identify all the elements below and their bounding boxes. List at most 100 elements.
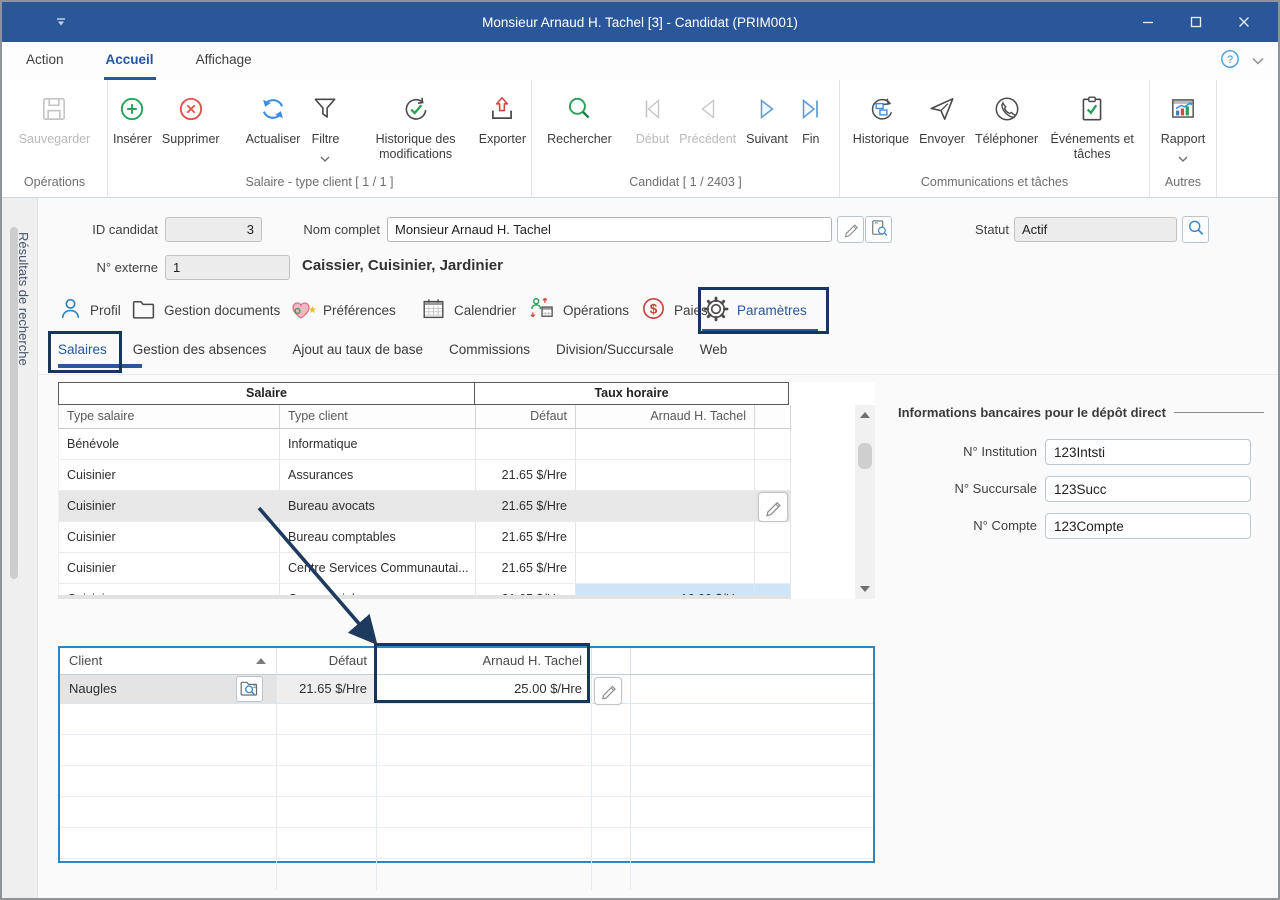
nav-previous-button[interactable]: Précédent [674,87,741,170]
numero-externe-label: N° externe [48,260,158,275]
defaut-cell[interactable]: 21.65 $/Hre [277,675,377,704]
magnifier-icon [1186,218,1206,241]
close-button[interactable] [1220,2,1268,42]
search-results-panel-tab[interactable]: Résultats de recherche [2,198,38,898]
table-row[interactable]: Cuisinier Bureau comptables 21.65 $/Hre [59,522,791,553]
history-modifications-button[interactable]: Historique des modifications [357,87,473,170]
client-cell[interactable]: Naugles [60,675,277,704]
ribbon-collapse-icon[interactable] [1252,52,1264,70]
filter-icon [310,89,340,129]
client-lookup-button[interactable] [236,676,263,702]
subtab-division-succursale[interactable]: Division/Succursale [556,342,674,357]
column-header-client[interactable]: Client [60,648,277,675]
menu-tab-action[interactable]: Action [24,42,66,80]
institution-input[interactable] [1045,439,1251,465]
refresh-button[interactable]: Actualiser [241,87,306,170]
menu-tab-accueil[interactable]: Accueil [104,42,156,80]
column-header-blank [592,648,631,675]
phone-button[interactable]: Téléphoner [970,87,1043,170]
scroll-up-icon[interactable] [855,407,875,423]
help-icon[interactable]: ? [1220,49,1240,74]
column-header-type-client[interactable]: Type client [280,405,476,429]
group-header-taux-horaire: Taux horaire [474,382,789,405]
insert-button[interactable]: Insérer [108,87,157,170]
events-tasks-button[interactable]: Événements et tâches [1043,87,1141,170]
table-row[interactable] [60,735,873,766]
column-header-tachel[interactable]: Arnaud H. Tachel [576,405,755,429]
client-rate-table: Client Défaut Arnaud H. Tachel Naugles 2… [58,646,875,863]
send-button[interactable]: Envoyer [914,87,970,170]
id-candidat-input[interactable] [165,217,262,242]
subtab-salaires[interactable]: Salaires [58,342,107,357]
salary-table-group-header: Salaire Taux horaire [58,382,875,405]
tachel-rate-cell[interactable]: 25.00 $/Hre [377,675,592,704]
subtab-web[interactable]: Web [700,342,728,357]
history-button[interactable]: Historique [848,87,914,170]
view-document-button[interactable] [865,216,892,243]
history-check-icon [401,89,431,129]
document-search-icon [869,218,889,241]
ribbon-group-operations: Sauvegarder Opérations [2,80,108,197]
delete-icon [176,89,206,129]
ribbon-group-label: Opérations [2,170,107,197]
column-header-defaut[interactable]: Défaut [476,405,576,429]
report-button[interactable]: Rapport [1156,87,1210,170]
menu-tab-affichage[interactable]: Affichage [194,42,254,80]
nav-last-button[interactable]: Fin [793,87,829,170]
tab-operations[interactable]: Opérations [528,295,640,325]
table-row[interactable] [60,766,873,797]
table-row-selected[interactable]: Naugles 21.65 $/Hre 25.00 $/Hre [60,675,873,704]
column-header-type-salaire[interactable]: Type salaire [59,405,280,429]
scroll-down-icon[interactable] [855,581,875,597]
history-icon [866,89,896,129]
subtab-gestion-absences[interactable]: Gestion des absences [133,342,267,357]
column-header-defaut[interactable]: Défaut [277,648,377,675]
table-row[interactable]: Bénévole Informatique [59,429,791,460]
svg-text:?: ? [1227,54,1233,66]
table-row[interactable] [60,797,873,828]
tab-gestion-documents[interactable]: Gestion documents [130,296,288,324]
minimize-button[interactable] [1124,2,1172,42]
nav-previous-icon [695,89,721,129]
tab-calendrier[interactable]: Calendrier [420,296,528,325]
window-title: Monsieur Arnaud H. Tachel [3] - Candidat… [2,15,1278,30]
vertical-scrollbar[interactable] [855,405,875,599]
save-button[interactable]: Sauvegarder [14,87,96,170]
column-header-tachel[interactable]: Arnaud H. Tachel [377,648,592,675]
table-row[interactable] [60,704,873,735]
edit-name-button[interactable] [837,216,864,243]
horizontal-scrollbar[interactable] [58,595,791,599]
search-button[interactable]: Rechercher [542,87,617,170]
succursale-input[interactable] [1045,476,1251,502]
nom-complet-input[interactable] [387,217,832,242]
subtab-ajout-taux-base[interactable]: Ajout au taux de base [292,342,423,357]
subtab-commissions[interactable]: Commissions [449,342,530,357]
ribbon-group-label: Autres [1150,170,1216,197]
scrollbar-thumb[interactable] [858,443,872,469]
compte-input[interactable] [1045,513,1251,539]
edit-rate-button[interactable] [594,677,622,705]
table-row[interactable] [60,828,873,859]
tab-profil[interactable]: Profil [58,296,130,324]
statut-input[interactable] [1014,217,1177,242]
tab-parametres[interactable]: Paramètres [702,295,822,326]
table-row[interactable]: Cuisinier Commercial 21.65 $/Hre 16.00 $… [59,584,791,595]
id-candidat-label: ID candidat [48,222,158,237]
numero-externe-input[interactable] [165,255,290,280]
nav-next-button[interactable]: Suivant [741,87,793,170]
ribbon-group-label: Candidat [ 1 / 2403 ] [532,170,839,197]
tab-preferences[interactable]: ★ Préférences [288,296,420,325]
maximize-button[interactable] [1172,2,1220,42]
table-row[interactable]: Cuisinier Assurances 21.65 $/Hre [59,460,791,491]
table-row-selected[interactable]: Cuisinier Bureau avocats 21.65 $/Hre [59,491,791,522]
table-row[interactable] [60,859,873,890]
edit-row-button[interactable] [758,492,788,522]
export-button[interactable]: Exporter [474,87,531,170]
app-window: Monsieur Arnaud H. Tachel [3] - Candidat… [0,0,1280,900]
table-row[interactable]: Cuisinier Centre Services Communautai...… [59,553,791,584]
tab-paies[interactable]: $ Paies [640,295,702,325]
statut-lookup-button[interactable] [1182,216,1209,243]
nav-first-button[interactable]: Début [631,87,674,170]
filter-button[interactable]: Filtre [305,87,345,170]
delete-button[interactable]: Supprimer [157,87,225,170]
